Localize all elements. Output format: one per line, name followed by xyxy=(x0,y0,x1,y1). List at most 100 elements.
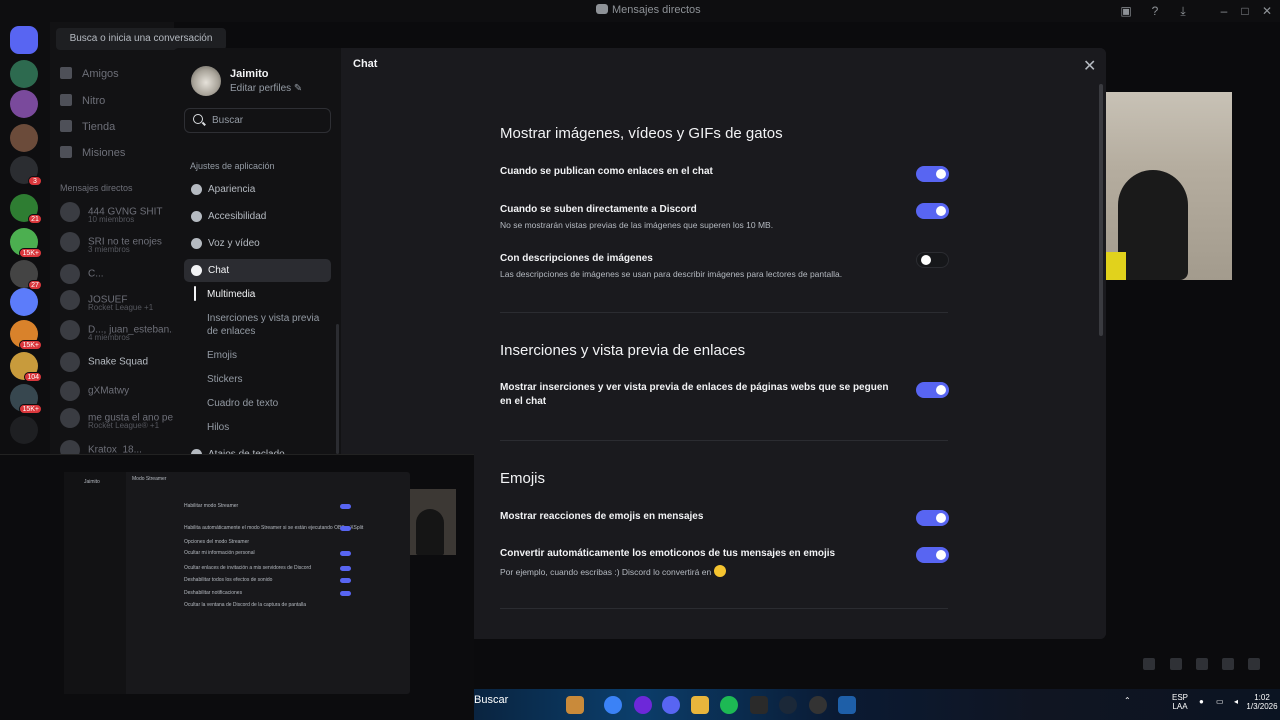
emoji-icon[interactable] xyxy=(1222,658,1234,670)
avatar xyxy=(60,264,80,284)
thumbnail-toggle xyxy=(340,551,351,556)
nav-friends[interactable]: Amigos xyxy=(60,67,119,80)
microphone-icon xyxy=(191,238,202,249)
rocket-league-icon[interactable] xyxy=(838,696,856,714)
volume-icon[interactable]: ◂ xyxy=(1234,697,1238,706)
dm-item[interactable]: D..., juan_esteban... 4 miembros xyxy=(60,320,178,342)
close-icon[interactable]: ✕ xyxy=(1083,56,1096,76)
toggle-auto-emoji[interactable] xyxy=(916,547,949,563)
minimize-icon[interactable]: – xyxy=(1217,4,1231,18)
subnav-multimedia[interactable]: Multimedia xyxy=(207,288,331,301)
camera-feed xyxy=(1106,92,1232,280)
server-icon[interactable] xyxy=(10,416,38,444)
download-icon[interactable]: ⤓ xyxy=(1176,4,1190,18)
spotify-icon[interactable] xyxy=(720,696,738,714)
server-icon[interactable] xyxy=(10,60,38,88)
gift-icon[interactable] xyxy=(1196,658,1208,670)
screen-icon[interactable] xyxy=(1170,658,1182,670)
thumbnail-toggle xyxy=(340,526,351,531)
server-icon[interactable]: 104 xyxy=(10,352,42,382)
server-icon[interactable]: 3 xyxy=(10,156,42,186)
windows-taskbar: Buscar ⌃ ESP LAA ● ▭ ◂ 1:02 1/3/2026 xyxy=(474,689,1280,720)
dm-search-input[interactable]: Busca o inicia una conversación xyxy=(56,28,226,50)
nav-quests[interactable]: Misiones xyxy=(60,146,125,159)
thumbnail-toggle xyxy=(340,578,351,583)
network-icon[interactable]: ▭ xyxy=(1216,697,1224,706)
screenshot-preview[interactable]: Modo Streamer Jaimito Habilitar modo Str… xyxy=(0,454,474,720)
window-title-bar: Mensajes directos ▣ ? ⤓ – □ ✕ xyxy=(0,0,1280,22)
server-icon[interactable]: 15K+ xyxy=(10,320,42,350)
server-icon[interactable] xyxy=(10,124,38,152)
nav-shop[interactable]: Tienda xyxy=(60,120,115,133)
discord-icon[interactable] xyxy=(662,696,680,714)
thumbnail-toggle xyxy=(340,504,351,509)
avatar xyxy=(60,352,80,372)
browser-icon[interactable] xyxy=(634,696,652,714)
nav-appearance[interactable]: Apariencia xyxy=(184,178,331,201)
widget-icon[interactable] xyxy=(566,696,584,714)
close-window-icon[interactable]: ✕ xyxy=(1260,4,1274,18)
thumbnail-title: Modo Streamer xyxy=(132,476,167,482)
subnav-threads[interactable]: Hilos xyxy=(207,421,331,434)
help-icon[interactable]: ? xyxy=(1148,4,1162,18)
dm-item[interactable]: me gusta el ano pe... Rocket League® +1 xyxy=(60,408,181,430)
avatar xyxy=(60,290,80,310)
smile-emoji-icon xyxy=(713,565,726,577)
sidebar-scrollbar[interactable] xyxy=(336,324,339,454)
mic-icon[interactable]: ● xyxy=(1199,697,1204,706)
content-scrollbar[interactable] xyxy=(1099,84,1103,336)
chrome-icon[interactable] xyxy=(604,696,622,714)
server-icon[interactable]: 15K+ xyxy=(10,228,42,258)
server-icon[interactable]: 27 xyxy=(10,260,42,290)
inbox-icon[interactable]: ▣ xyxy=(1119,4,1133,18)
avatar[interactable] xyxy=(191,66,221,96)
dm-item[interactable]: gXMatwy xyxy=(60,381,129,401)
content-title: Chat xyxy=(353,58,378,70)
nav-chat[interactable]: Chat xyxy=(184,259,331,282)
maximize-icon[interactable]: □ xyxy=(1238,4,1252,18)
nav-voice-video[interactable]: Voz y vídeo xyxy=(184,232,331,255)
subnav-stickers[interactable]: Stickers xyxy=(207,373,331,386)
activity-icon[interactable] xyxy=(1143,658,1155,670)
thumbnail-toggle xyxy=(340,566,351,571)
dm-item[interactable]: C... xyxy=(60,264,104,284)
clock[interactable]: 1:02 1/3/2026 xyxy=(1246,693,1278,711)
file-explorer-icon[interactable] xyxy=(691,696,709,714)
taskbar-search[interactable]: Buscar xyxy=(474,694,508,706)
sticker-icon[interactable] xyxy=(1248,658,1260,670)
server-icon[interactable] xyxy=(10,288,38,316)
subnav-emojis[interactable]: Emojis xyxy=(207,349,331,362)
toggle-embeds[interactable] xyxy=(916,382,949,398)
epic-games-icon[interactable] xyxy=(750,696,768,714)
setting-label: Mostrar inserciones y ver vista previa d… xyxy=(500,382,889,407)
toggle-emoji-reactions[interactable] xyxy=(916,510,949,526)
user-name: Jaimito xyxy=(230,68,269,80)
edit-profiles-link[interactable]: Editar perfiles ✎ xyxy=(230,83,302,94)
dm-item[interactable]: Snake Squad xyxy=(60,352,148,372)
settings-search-input[interactable]: Buscar xyxy=(184,108,331,133)
setting-description: Las descripciones de imágenes se usan pa… xyxy=(500,269,843,279)
steam-icon[interactable] xyxy=(779,696,797,714)
language-indicator[interactable]: ESP LAA xyxy=(1170,693,1190,711)
server-icon[interactable] xyxy=(10,90,38,118)
toggle-image-descriptions[interactable] xyxy=(916,252,949,268)
tray-overflow-icon[interactable]: ⌃ xyxy=(1124,696,1131,705)
thumbnail-row: Habilitar modo Streamer xyxy=(184,503,239,509)
server-icon[interactable]: 21 xyxy=(10,194,42,224)
setting-label: Con descripciones de imágenes xyxy=(500,253,653,264)
avatar xyxy=(60,408,80,428)
toggle-links-media[interactable] xyxy=(916,166,949,182)
dm-item[interactable]: 444 GVNG SHIT 10 miembros xyxy=(60,202,162,224)
server-icon[interactable]: 15K+ xyxy=(10,384,42,414)
toggle-uploaded-media[interactable] xyxy=(916,203,949,219)
nav-nitro[interactable]: Nitro xyxy=(60,94,105,107)
thumbnail-toggle xyxy=(340,591,351,596)
divider xyxy=(500,608,948,609)
dm-item[interactable]: SRI no te enojes 3 miembros xyxy=(60,232,162,254)
nav-accessibility[interactable]: Accesibilidad xyxy=(184,205,331,228)
subnav-textbox[interactable]: Cuadro de texto xyxy=(207,397,331,410)
discord-home-icon[interactable] xyxy=(10,26,38,54)
app-icon[interactable] xyxy=(809,696,827,714)
dm-item[interactable]: JOSUEF Rocket League +1 xyxy=(60,290,153,312)
subnav-embeds[interactable]: Inserciones y vista previa de enlaces xyxy=(207,312,331,338)
